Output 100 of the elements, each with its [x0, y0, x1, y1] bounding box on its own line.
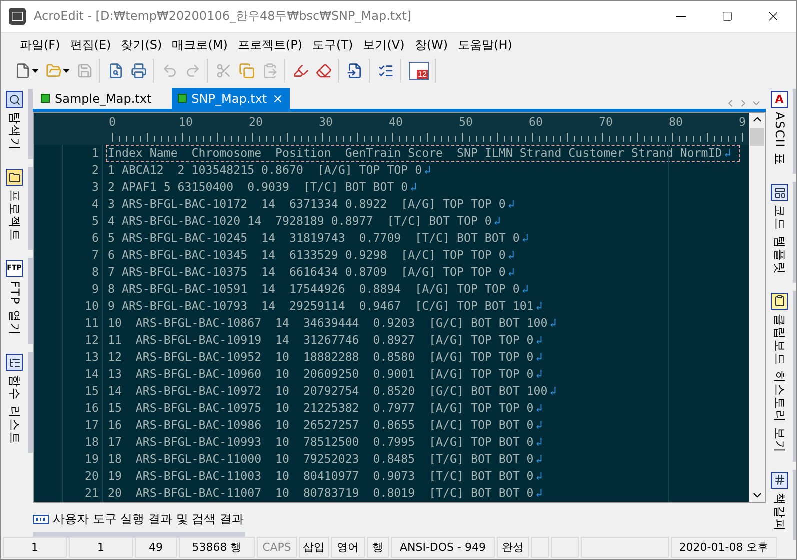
menu-item[interactable]: 도구(T)	[308, 36, 358, 54]
line-number: 13	[84, 349, 100, 366]
template-icon	[771, 184, 788, 202]
line-end-mark: ↲	[536, 299, 543, 314]
line-end-mark: ↲	[508, 265, 515, 280]
file-tab[interactable]: Sample_Map.txt	[35, 88, 158, 109]
line-end-mark: ↲	[536, 435, 543, 450]
status-cell: 1	[3, 537, 67, 558]
file-icon	[41, 94, 50, 103]
code-line: 4 ARS-BFGL-BAC-1020 14 7928189 0.8977 [T/C] BOT TOP 0	[108, 214, 492, 229]
line-end-mark: ↲	[536, 367, 543, 382]
text-editor[interactable]	[34, 113, 749, 502]
status-cell: 행	[367, 537, 389, 558]
line-end-mark: ↲	[550, 316, 557, 331]
code-line: 16 ARS-BFGL-BAC-10986 10 26527257 0.8655 [A/C] TOP BOT 0	[108, 418, 534, 433]
file-icon	[178, 94, 187, 103]
code-line: Index Name Chromosome Position GenTrain Score SNP ILMN Strand Customer Strand NormID	[108, 146, 722, 161]
copy-icon	[239, 63, 255, 79]
code-line: 10 ARS-BFGL-BAC-10867 14 34639444 0.9203 [G/C] BOT BOT 100	[108, 316, 548, 331]
status-cell: 2020-01-08 오후	[671, 537, 777, 558]
file-search-icon	[108, 63, 124, 79]
code-line: 11 ARS-BFGL-BAC-10919 14 31267746 0.8927 [A/G] TOP TOP 0	[108, 333, 534, 348]
close-icon[interactable]	[272, 92, 284, 104]
window-title: AcroEdit - [D:₩temp₩20200106_한우48두₩bsc₩SNP_Map.txt]	[34, 8, 413, 25]
menu-item[interactable]: 매크로(M)	[167, 36, 233, 54]
menu-item[interactable]: 보기(V)	[358, 36, 410, 54]
menu-item[interactable]: 편집(E)	[65, 36, 116, 54]
line-number: 18	[84, 434, 100, 451]
line-end-mark: ↲	[494, 214, 501, 229]
line-number: 15	[84, 383, 100, 400]
code-line: 12 ARS-BFGL-BAC-10952 10 18882288 0.8580 [A/G] TOP TOP 0	[108, 350, 534, 365]
folder-icon	[46, 63, 62, 79]
menu-item[interactable]: 창(W)	[410, 36, 454, 54]
dock-tab[interactable]: 클립보드 히스토리 보기	[766, 290, 796, 462]
line-number: 21	[84, 485, 100, 502]
redo-icon	[185, 63, 201, 79]
line-end-mark: ↲	[536, 350, 543, 365]
file-tab[interactable]: SNP_Map.txt	[172, 88, 290, 109]
code-line: 15 ARS-BFGL-BAC-10975 10 21225382 0.7977 [A/G] TOP TOP 0	[108, 401, 534, 416]
paste-icon	[262, 63, 278, 79]
ruler-number: 40	[389, 115, 404, 129]
code-line: 2 APAF1 5 63150400 0.9039 [T/C] BOT BOT 0	[108, 180, 408, 195]
caret-icon	[32, 69, 39, 73]
code-line: 18 ARS-BFGL-BAC-11000 10 79252023 0.8485 [T/G] BOT BOT 0	[108, 452, 534, 467]
status-cell	[551, 537, 579, 558]
ruler-number: 70	[599, 115, 614, 129]
ruler-number: 10	[179, 115, 194, 129]
line-number: 1	[91, 145, 100, 162]
line-end-mark: ↲	[508, 197, 515, 212]
line-end-mark: ↲	[508, 248, 515, 263]
dock-tab[interactable]: 코드 템플릿	[766, 182, 796, 283]
status-cell: 완성	[497, 537, 529, 558]
new-file-icon	[15, 63, 31, 79]
caret-icon	[63, 69, 70, 73]
eraser-icon	[316, 63, 332, 79]
code-line: 14 ARS-BFGL-BAC-10972 10 20792754 0.8520 [G/C] BOT BOT 100	[108, 384, 548, 399]
output-icon	[33, 515, 49, 524]
dock-tab[interactable]: 책갈피	[766, 470, 796, 540]
line-number: 17	[84, 417, 100, 434]
code-line: 20 ARS-BFGL-BAC-11007 10 80783719 0.8019 [T/C] BOT BOT 0	[108, 486, 534, 501]
ruler-number: 0	[109, 115, 117, 129]
status-cell: 영어	[331, 537, 365, 558]
line-number: 3	[91, 179, 100, 196]
line-end-mark: ↲	[536, 401, 543, 416]
code-line: 6 ARS-BFGL-BAC-10345 14 6133529 0.9298 [A/C] TOP TOP 0	[108, 248, 506, 263]
line-end-mark: ↲	[536, 486, 543, 501]
menu-item[interactable]: 파일(F)	[15, 36, 66, 54]
menu-item[interactable]: 도움말(H)	[453, 36, 518, 54]
status-cell: CAPS	[257, 537, 297, 558]
printer-icon	[131, 63, 147, 79]
line-number: 7	[91, 247, 100, 264]
dock-tab[interactable]: A ASCII 표	[766, 89, 796, 174]
output-panel-title[interactable]: 사용자 도구 실행 결과 및 검색 결과	[53, 511, 244, 528]
line-end-mark: ↲	[536, 418, 543, 433]
line-end-mark: ↲	[522, 282, 529, 297]
scrollbar-thumb[interactable]	[750, 128, 764, 146]
undo-icon	[162, 63, 178, 79]
minimize-icon	[676, 16, 686, 17]
code-line: 5 ARS-BFGL-BAC-10245 14 31819743 0.7709 [T/C] BOT BOT 0	[108, 231, 520, 246]
line-number: 4	[91, 196, 100, 213]
line-end-mark: ↲	[522, 231, 529, 246]
status-cell: ANSI-DOS - 949	[391, 537, 495, 558]
save-icon	[77, 63, 93, 79]
letter-icon: A	[771, 91, 788, 108]
line-number: 5	[91, 213, 100, 230]
line-end-mark: ↲	[536, 333, 543, 348]
line-end-mark: ↲	[424, 163, 432, 178]
scissors-icon	[216, 63, 232, 79]
search-icon	[6, 91, 23, 108]
insert-file-icon	[347, 63, 363, 79]
line-number: 6	[91, 230, 100, 247]
status-cell	[531, 537, 549, 558]
line-end-mark: ↲	[724, 146, 732, 161]
ruler-number: 50	[459, 115, 474, 129]
status-cell: 1	[69, 537, 133, 558]
menu-item[interactable]: 프로젝트(P)	[232, 36, 308, 54]
line-number: 20	[84, 468, 100, 485]
maximize-icon	[722, 11, 732, 22]
menu-item[interactable]: 찾기(S)	[116, 36, 168, 54]
app-icon	[9, 8, 26, 25]
